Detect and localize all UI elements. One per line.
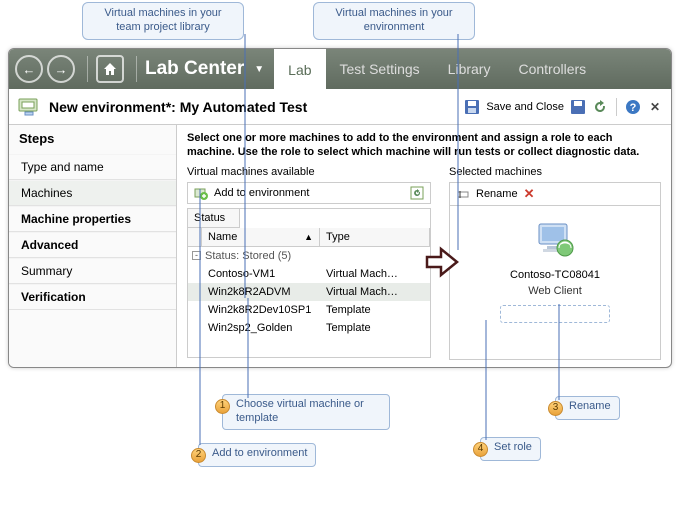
main-panel: Select one or more machines to add to th…: [177, 125, 671, 367]
table-row[interactable]: Win2k8R2ADVM Virtual Mach…: [188, 283, 430, 301]
home-button[interactable]: [96, 55, 124, 83]
toolbar-divider: [136, 56, 137, 82]
rename-icon: [456, 187, 470, 201]
annotation-library: Virtual machines in your team project li…: [82, 2, 244, 40]
collapse-icon: -: [192, 251, 201, 260]
selected-toolbar: Rename ✕: [449, 182, 661, 206]
col-header-type[interactable]: Type: [320, 228, 430, 246]
grid-group-stored[interactable]: - Status: Stored (5): [188, 247, 430, 265]
step-badge-3: 3: [548, 401, 563, 416]
transfer-arrow-icon: [425, 245, 459, 279]
lab-center-window: ← → Lab Center ▼ Lab Test Settings Libra…: [8, 48, 672, 368]
grid-expand-col: [188, 228, 202, 246]
filter-status[interactable]: Status: [188, 209, 240, 228]
step-badge-2: 2: [191, 448, 206, 463]
selected-machines-panel: Selected machines Rename ✕: [449, 166, 661, 360]
instruction-text: Select one or more machines to add to th…: [187, 131, 661, 160]
step-badge-1: 1: [215, 399, 230, 414]
available-toolbar: Add to environment: [187, 182, 431, 204]
available-grid: Status Name▲ Type - Status: Stored (5): [187, 208, 431, 358]
refresh-button[interactable]: [592, 99, 608, 115]
page-title: New environment*: My Automated Test: [49, 99, 464, 115]
tab-lab[interactable]: Lab: [274, 49, 325, 89]
steps-heading: Steps: [9, 125, 176, 154]
available-machines-panel: Virtual machines available Add to enviro…: [187, 166, 431, 360]
tab-library[interactable]: Library: [434, 49, 505, 89]
col-header-name[interactable]: Name▲: [202, 228, 320, 246]
save-icon: [464, 99, 480, 115]
tab-strip: Lab Test Settings Library Controllers: [274, 49, 600, 89]
step-type-and-name[interactable]: Type and name: [9, 154, 176, 180]
save-and-close-button[interactable]: Save and Close: [486, 101, 564, 113]
steps-sidebar: Steps Type and name Machines Machine pro…: [9, 125, 177, 367]
sort-asc-icon: ▲: [304, 232, 313, 242]
back-button[interactable]: ←: [15, 55, 43, 83]
close-button[interactable]: ✕: [647, 99, 663, 115]
annotation-environment: Virtual machines in your environment: [313, 2, 475, 40]
selected-title: Selected machines: [449, 166, 661, 178]
tab-controllers[interactable]: Controllers: [504, 49, 600, 89]
table-row[interactable]: Win2sp2_Golden Template: [188, 319, 430, 337]
app-title: Lab Center: [145, 58, 244, 80]
role-dropzone[interactable]: [500, 305, 610, 323]
step-verification[interactable]: Verification: [9, 284, 176, 310]
divider: [616, 98, 617, 116]
selected-machine-role: Web Client: [528, 285, 582, 297]
wizard-body: Steps Type and name Machines Machine pro…: [9, 125, 671, 367]
callout-step-3: 3 Rename: [555, 396, 620, 420]
refresh-list-button[interactable]: [410, 186, 424, 200]
step-advanced[interactable]: Advanced: [9, 232, 176, 258]
forward-button[interactable]: →: [47, 55, 75, 83]
svg-text:?: ?: [630, 102, 637, 114]
table-row[interactable]: Win2k8R2Dev10SP1 Template: [188, 301, 430, 319]
computer-icon[interactable]: [533, 222, 577, 265]
grid-header: Name▲ Type: [188, 228, 430, 247]
step-badge-4: 4: [473, 442, 488, 457]
subheader: New environment*: My Automated Test Save…: [9, 89, 671, 125]
rename-button[interactable]: Rename: [476, 188, 518, 200]
selected-canvas: Contoso-TC08041 Web Client: [449, 206, 661, 360]
delete-button[interactable]: ✕: [524, 186, 535, 202]
add-to-environment-button[interactable]: Add to environment: [214, 187, 309, 199]
selected-machine-name: Contoso-TC08041: [510, 269, 600, 281]
step-machines[interactable]: Machines: [9, 180, 176, 206]
step-summary[interactable]: Summary: [9, 258, 176, 284]
toolbar-divider: [87, 56, 88, 82]
help-button[interactable]: ?: [625, 99, 641, 115]
add-icon: [194, 186, 208, 200]
callout-step-4: 4 Set role: [480, 437, 541, 461]
environment-icon: [17, 95, 41, 119]
main-toolbar: ← → Lab Center ▼ Lab Test Settings Libra…: [9, 49, 671, 89]
tab-test-settings[interactable]: Test Settings: [326, 49, 434, 89]
available-title: Virtual machines available: [187, 166, 431, 178]
step-machine-properties[interactable]: Machine properties: [9, 206, 176, 232]
callout-step-1: 1 Choose virtual machine or template: [222, 394, 390, 430]
callout-step-2: 2 Add to environment: [198, 443, 316, 467]
save-button[interactable]: [570, 99, 586, 115]
app-dropdown-icon[interactable]: ▼: [254, 64, 264, 75]
table-row[interactable]: Contoso-VM1 Virtual Mach…: [188, 265, 430, 283]
